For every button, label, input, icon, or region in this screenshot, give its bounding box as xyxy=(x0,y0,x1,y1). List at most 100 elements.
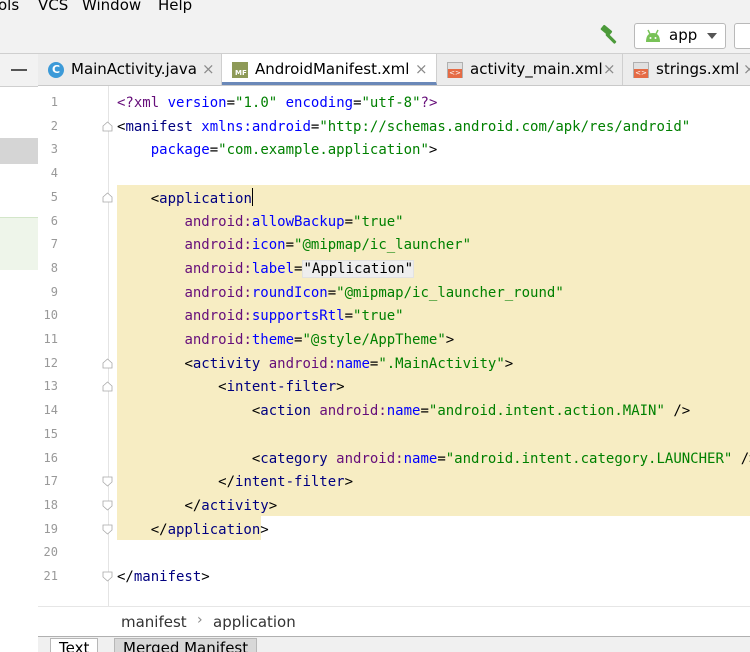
code-token: android: xyxy=(319,403,387,420)
android-icon xyxy=(646,29,660,42)
code-line[interactable]: 14 <action android:name="android.intent.… xyxy=(38,400,750,422)
manifest-file-icon: MF xyxy=(232,62,248,78)
code-line[interactable]: 17 </intent-filter> xyxy=(38,471,750,493)
code-token: intent-filter xyxy=(235,474,345,491)
code-token: name xyxy=(386,403,421,420)
code-token: > xyxy=(428,142,438,159)
tab-activity-main-xml[interactable]: <> activity_main.xml × xyxy=(437,54,623,85)
code-line[interactable]: 5 <application xyxy=(38,187,750,209)
code-line[interactable]: 8 android:label="Application" xyxy=(38,258,750,280)
tab-label: strings.xml xyxy=(656,60,740,78)
code-text: <action android:name="android.intent.act… xyxy=(117,401,690,421)
close-icon[interactable]: × xyxy=(202,60,215,78)
code-text: </activity> xyxy=(117,496,277,516)
project-tree-row[interactable] xyxy=(0,217,38,270)
fold-marker-icon[interactable] xyxy=(102,381,113,392)
code-token: </ xyxy=(218,474,236,491)
fold-marker-icon[interactable] xyxy=(102,524,113,535)
fold-marker-icon[interactable] xyxy=(102,121,113,132)
code-token: "@style/AppTheme" xyxy=(302,332,446,348)
code-line[interactable]: 16 <category android:name="android.inten… xyxy=(38,448,750,470)
menu-tools[interactable]: ols xyxy=(0,0,19,14)
line-number: 21 xyxy=(43,569,58,583)
tab-text[interactable]: Text xyxy=(50,638,99,652)
code-token: package xyxy=(150,142,210,159)
code-token: name xyxy=(403,450,438,467)
breadcrumb-item-application[interactable]: application xyxy=(213,613,296,631)
code-token: = xyxy=(437,450,446,467)
code-token: android: xyxy=(184,237,252,254)
code-line[interactable]: 4 xyxy=(38,163,750,185)
code-text: package="com.example.application"> xyxy=(117,140,438,160)
line-number: 2 xyxy=(50,118,58,133)
project-tree-selected-row[interactable] xyxy=(0,138,38,164)
code-token: </ xyxy=(117,569,134,585)
code-line[interactable]: 20 xyxy=(38,542,750,564)
code-text: android:allowBackup="true" xyxy=(117,212,404,232)
code-token: icon xyxy=(251,237,286,254)
code-token: = xyxy=(344,308,354,325)
fold-marker-icon[interactable] xyxy=(102,500,113,511)
code-token: < xyxy=(150,190,160,207)
code-line[interactable]: 21 </manifest> xyxy=(38,566,750,588)
run-configuration-select[interactable]: app xyxy=(634,23,726,49)
close-icon[interactable]: × xyxy=(743,60,750,78)
code-token: "Application" xyxy=(302,259,415,278)
tab-mainactivity-java[interactable]: C MainActivity.java × xyxy=(38,54,222,85)
code-token: application xyxy=(159,190,252,207)
code-line[interactable]: 19 </application> xyxy=(38,519,750,541)
code-line[interactable]: 6 android:allowBackup="true" xyxy=(38,211,750,233)
code-editor[interactable]: 1 <?xml version="1.0" encoding="utf-8"?> 2… xyxy=(38,86,750,606)
code-line[interactable]: 2 <manifest xmlns:android="http://schemas… xyxy=(38,116,750,138)
close-icon[interactable]: × xyxy=(415,60,428,78)
code-line[interactable]: 13 <intent-filter> xyxy=(38,376,750,398)
fold-marker-icon[interactable] xyxy=(102,476,113,487)
menu-help[interactable]: Help xyxy=(158,0,192,14)
code-token: android: xyxy=(184,260,252,277)
line-number: 4 xyxy=(50,166,58,181)
code-line[interactable]: 15 xyxy=(38,424,750,446)
code-token: "true" xyxy=(353,213,404,230)
menu-vcs[interactable]: VCS xyxy=(38,0,68,14)
minimize-icon[interactable] xyxy=(11,69,27,71)
code-token: "android.intent.action.MAIN" xyxy=(428,403,665,420)
code-line[interactable]: 10 android:supportsRtl="true" xyxy=(38,305,750,327)
fold-marker-icon[interactable] xyxy=(102,192,113,203)
fold-marker-icon[interactable] xyxy=(102,571,113,582)
code-line[interactable]: 3 package="com.example.application"> xyxy=(38,139,750,161)
code-line[interactable]: 1 <?xml version="1.0" encoding="utf-8"?> xyxy=(38,92,750,114)
code-line[interactable]: 9 android:roundIcon="@mipmap/ic_launcher… xyxy=(38,282,750,304)
tab-androidmanifest-xml[interactable]: MF AndroidManifest.xml × xyxy=(222,54,437,85)
breadcrumb-item-manifest[interactable]: manifest xyxy=(121,613,187,631)
line-number: 16 xyxy=(43,450,58,465)
tab-merged-manifest[interactable]: Merged Manifest xyxy=(114,638,258,652)
code-token: "http://schemas.android.com/apk/res/andr… xyxy=(319,118,691,135)
code-line[interactable]: 12 <activity android:name=".MainActivity… xyxy=(38,353,750,375)
device-select-button[interactable] xyxy=(734,23,750,49)
code-text: </application> xyxy=(117,520,269,540)
code-token: > xyxy=(268,497,278,514)
code-line[interactable]: 11 android:theme="@style/AppTheme"> xyxy=(38,329,750,351)
code-text: android:theme="@style/AppTheme"> xyxy=(117,330,454,350)
code-token: activity xyxy=(192,355,269,372)
code-token: = xyxy=(209,142,219,159)
line-number: 3 xyxy=(50,142,58,157)
code-line[interactable]: 7 android:icon="@mipmap/ic_launcher" xyxy=(38,234,750,256)
close-icon[interactable]: × xyxy=(603,60,616,78)
fold-marker-icon[interactable] xyxy=(102,358,113,369)
code-text: <?xml version="1.0" encoding="utf-8"?> xyxy=(117,93,437,113)
hammer-icon[interactable] xyxy=(598,23,622,47)
code-token: = xyxy=(285,237,295,254)
code-line[interactable]: 18 </activity> xyxy=(38,495,750,517)
menu-window[interactable]: Window xyxy=(82,0,141,14)
tab-strings-xml[interactable]: <> strings.xml × xyxy=(623,54,750,85)
code-token: <?xml xyxy=(117,95,168,111)
